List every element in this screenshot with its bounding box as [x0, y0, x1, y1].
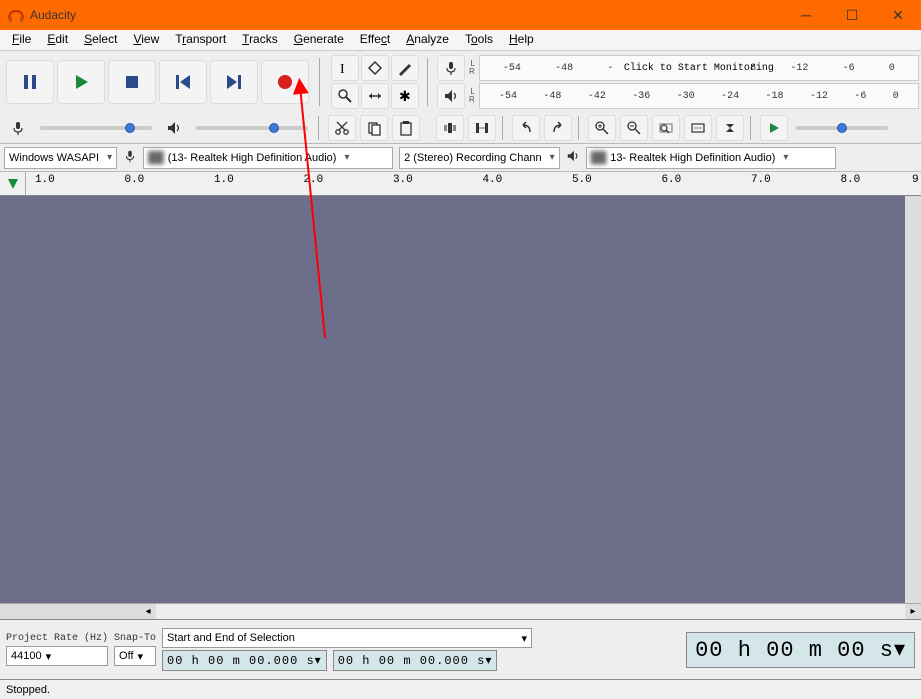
skip-start-button[interactable] — [159, 60, 207, 104]
status-text: Stopped. — [6, 684, 50, 696]
menu-tracks[interactable]: Tracks — [234, 30, 286, 50]
record-button[interactable] — [261, 60, 309, 104]
lr-label-2: LR — [469, 88, 475, 104]
recording-meter[interactable]: Click to Start Monitoring -54-48-8-12-60 — [479, 55, 919, 81]
playback-device-select[interactable]: ██13- Realtek High Definition Audio)▾ — [586, 147, 836, 169]
play-meter-values: -54-48-42-36-30-24-18-12-60 — [480, 91, 918, 102]
tool-toolbar: I ✱ — [329, 53, 421, 111]
selection-start-time[interactable]: 00 h 00 m 00.000 s▾ — [162, 650, 327, 671]
fit-project-button[interactable] — [684, 115, 712, 141]
recording-volume-slider[interactable] — [36, 118, 156, 138]
zoom-tool[interactable] — [331, 83, 359, 109]
horizontal-scrollbar[interactable]: ◂ ▸ — [0, 603, 921, 619]
menu-analyze[interactable]: Analyze — [398, 30, 457, 50]
audio-position-time[interactable]: 00 h 00 m 00 s▾ — [686, 632, 915, 668]
rec-meter-mic-icon[interactable] — [437, 55, 465, 81]
undo-button[interactable] — [512, 115, 540, 141]
playback-speed-slider[interactable] — [792, 118, 892, 138]
audio-host-select[interactable]: Windows WASAPI▾ — [4, 147, 117, 169]
selection-end-time[interactable]: 00 h 00 m 00.000 s▾ — [333, 650, 498, 671]
titlebar: Audacity ─ ☐ ✕ — [0, 0, 921, 30]
project-rate-label: Project Rate (Hz) — [6, 633, 108, 644]
skip-end-button[interactable] — [210, 60, 258, 104]
status-bar: Stopped. — [0, 679, 921, 699]
snap-to-select[interactable]: Off▾ — [114, 646, 156, 666]
snap-to-label: Snap-To — [114, 633, 156, 644]
multi-tool[interactable]: ✱ — [391, 83, 419, 109]
menubar: File Edit Select View Transport Tracks G… — [0, 30, 921, 51]
recording-device-select[interactable]: ██(13- Realtek High Definition Audio)▾ — [143, 147, 393, 169]
menu-effect[interactable]: Effect — [352, 30, 398, 50]
copy-button[interactable] — [360, 115, 388, 141]
menu-select[interactable]: Select — [76, 30, 125, 50]
vertical-scrollbar[interactable] — [905, 196, 921, 603]
silence-button[interactable] — [468, 115, 496, 141]
menu-transport[interactable]: Transport — [167, 30, 234, 50]
timeline-ruler[interactable]: 1.0 0.0 1.0 2.0 3.0 4.0 5.0 6.0 7.0 8.0 … — [0, 172, 921, 196]
device-toolbar: Windows WASAPI▾ ██(13- Realtek High Defi… — [0, 144, 921, 172]
menu-help[interactable]: Help — [501, 30, 542, 50]
redo-button[interactable] — [544, 115, 572, 141]
mic-device-icon — [123, 149, 137, 166]
ruler-pin-icon[interactable] — [0, 172, 26, 195]
maximize-button[interactable]: ☐ — [829, 0, 875, 30]
close-button[interactable]: ✕ — [875, 0, 921, 30]
hscroll-left-arrow[interactable]: ◂ — [140, 604, 156, 620]
window-title: Audacity — [30, 8, 76, 22]
speaker-icon — [160, 115, 188, 141]
menu-tools[interactable]: Tools — [457, 30, 501, 50]
speaker-device-icon — [566, 149, 580, 166]
paste-button[interactable] — [392, 115, 420, 141]
play-button[interactable] — [57, 60, 105, 104]
hscroll-right-arrow[interactable]: ▸ — [905, 604, 921, 620]
click-monitoring-text: Click to Start Monitoring — [624, 63, 774, 74]
play-at-speed-button[interactable] — [760, 115, 788, 141]
playback-volume-slider[interactable] — [192, 118, 312, 138]
lr-label: LR — [469, 60, 475, 76]
mic-icon — [4, 115, 32, 141]
pause-button[interactable] — [6, 60, 54, 104]
timeshift-tool[interactable] — [361, 83, 389, 109]
draw-tool[interactable] — [391, 55, 419, 81]
fit-selection-button[interactable] — [652, 115, 680, 141]
stop-button[interactable] — [108, 60, 156, 104]
selection-mode-select[interactable]: Start and End of Selection▾ — [162, 628, 532, 648]
app-logo — [8, 7, 24, 23]
track-area[interactable] — [0, 196, 921, 603]
menu-generate[interactable]: Generate — [286, 30, 352, 50]
project-rate-select[interactable]: 44100▾ — [6, 646, 108, 666]
menu-file[interactable]: File — [4, 30, 39, 50]
svg-text:✱: ✱ — [399, 88, 411, 104]
toolbars: I ✱ LR Click to Start Monitoring -54-48-… — [0, 51, 921, 144]
minimize-button[interactable]: ─ — [783, 0, 829, 30]
selection-tool[interactable]: I — [331, 55, 359, 81]
menu-view[interactable]: View — [125, 30, 167, 50]
selection-toolbar: Project Rate (Hz) 44100▾ Snap-To Off▾ St… — [0, 619, 921, 679]
menu-edit[interactable]: Edit — [39, 30, 76, 50]
zoom-in-button[interactable] — [588, 115, 616, 141]
cut-button[interactable] — [328, 115, 356, 141]
recording-channels-select[interactable]: 2 (Stereo) Recording Chann▾ — [399, 147, 560, 169]
playback-meter[interactable]: -54-48-42-36-30-24-18-12-60 — [479, 83, 919, 109]
zoom-out-button[interactable] — [620, 115, 648, 141]
envelope-tool[interactable] — [361, 55, 389, 81]
zoom-toggle-button[interactable] — [716, 115, 744, 141]
play-meter-speaker-icon[interactable] — [437, 83, 465, 109]
trim-button[interactable] — [436, 115, 464, 141]
svg-text:I: I — [340, 62, 345, 76]
transport-toolbar — [2, 56, 313, 108]
